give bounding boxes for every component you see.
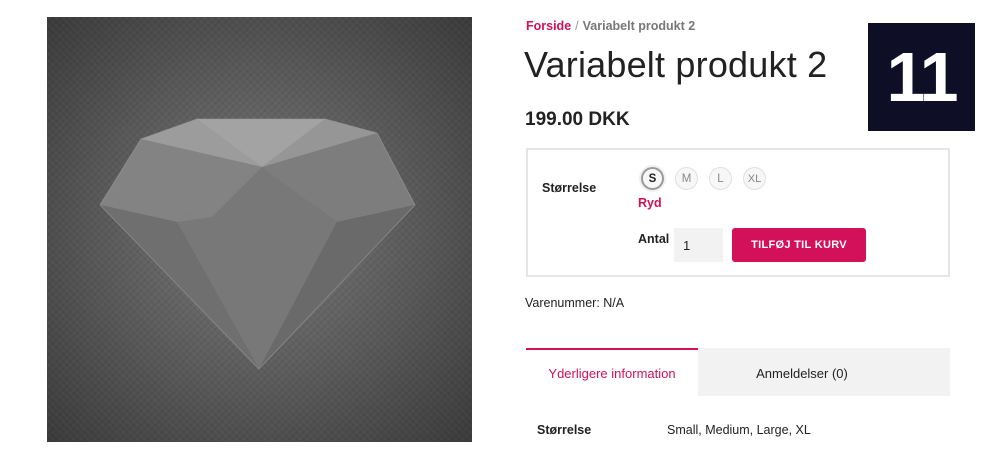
add-to-cart-button[interactable]: TILFØJ TIL KURV [732, 228, 866, 262]
reset-variations-link[interactable]: Ryd [638, 196, 662, 210]
breadcrumb-current: Variabelt produkt 2 [582, 19, 696, 33]
attribute-name: Størrelse [537, 423, 592, 437]
breadcrumb: Forside / Variabelt produkt 2 [526, 19, 695, 33]
sku-meta: Varenummer: N/A [525, 296, 624, 310]
quantity-label: Antal [638, 232, 670, 246]
variation-form: Størrelse S M L XL Ryd Antal TILFØJ TIL … [526, 148, 950, 277]
breadcrumb-separator: / [575, 19, 579, 33]
attribute-value: Small, Medium, Large, XL [667, 423, 811, 437]
product-price: 199.00 DKK [525, 109, 630, 130]
tab-reviews[interactable]: Anmeldelser (0) [698, 348, 950, 396]
size-option-s[interactable]: S [641, 167, 664, 190]
size-option-xl[interactable]: XL [743, 167, 766, 190]
quantity-input[interactable] [674, 228, 723, 262]
size-swatches: S M L XL [641, 167, 766, 190]
size-option-m[interactable]: M [675, 167, 698, 190]
size-option-l[interactable]: L [709, 167, 732, 190]
diamond-icon [99, 118, 416, 370]
number-badge: 11 [868, 23, 975, 131]
product-image[interactable] [47, 17, 472, 442]
sku-label: Varenummer: [525, 296, 600, 310]
breadcrumb-home-link[interactable]: Forside [526, 19, 571, 33]
tab-additional-information[interactable]: Yderligere information [526, 348, 698, 396]
size-label: Størrelse [542, 181, 597, 195]
product-tabs: Yderligere information Anmeldelser (0) [526, 348, 950, 396]
sku-value: N/A [603, 296, 625, 310]
page-title: Variabelt produkt 2 [524, 44, 828, 85]
